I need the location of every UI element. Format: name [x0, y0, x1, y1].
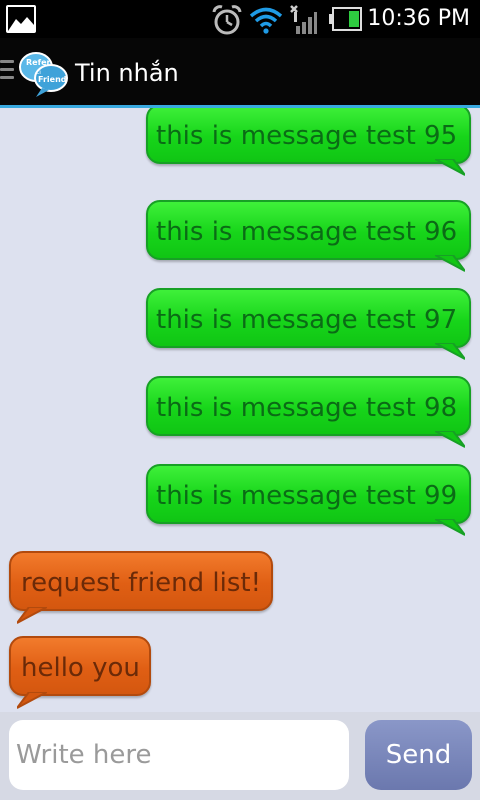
message-bubble-sent[interactable]: this is message test 95: [146, 108, 471, 176]
action-bar: Refer ci Friend Tin nhắn: [0, 38, 480, 108]
svg-text:Friend: Friend: [38, 75, 67, 84]
message-text: request friend list!: [21, 568, 262, 598]
composer-bar: Send: [0, 712, 480, 800]
message-bubble-sent[interactable]: this is message test 97: [146, 288, 471, 360]
message-text: this is message test 97: [156, 305, 458, 335]
send-button[interactable]: Send: [365, 720, 472, 790]
status-time: 10:36 PM: [367, 6, 470, 31]
status-bar: 10:36 PM: [0, 0, 480, 38]
message-bubble-received[interactable]: request friend list!: [9, 551, 273, 624]
message-text: this is message test 96: [156, 217, 458, 247]
message-bubble-sent[interactable]: this is message test 98: [146, 376, 471, 448]
wifi-icon: [249, 6, 283, 38]
battery-icon: [329, 7, 363, 35]
message-text: this is message test 95: [156, 121, 458, 151]
svg-text:Refer: Refer: [26, 58, 50, 67]
message-bubble-received[interactable]: hello you: [9, 636, 151, 709]
alarm-icon: [211, 4, 243, 40]
message-list[interactable]: this is message test 95 this is message …: [0, 108, 480, 712]
page-title: Tin nhắn: [75, 59, 179, 87]
menu-icon[interactable]: [0, 60, 16, 84]
message-bubble-sent[interactable]: this is message test 99: [146, 464, 471, 536]
gallery-notification-icon: [6, 5, 36, 33]
message-bubble-sent[interactable]: this is message test 96: [146, 200, 471, 272]
message-text: this is message test 98: [156, 393, 458, 423]
message-text: this is message test 99: [156, 481, 458, 511]
signal-icon: [288, 4, 318, 40]
app-logo[interactable]: Refer ci Friend: [18, 50, 70, 98]
message-text: hello you: [21, 653, 140, 683]
message-input[interactable]: [9, 720, 349, 790]
